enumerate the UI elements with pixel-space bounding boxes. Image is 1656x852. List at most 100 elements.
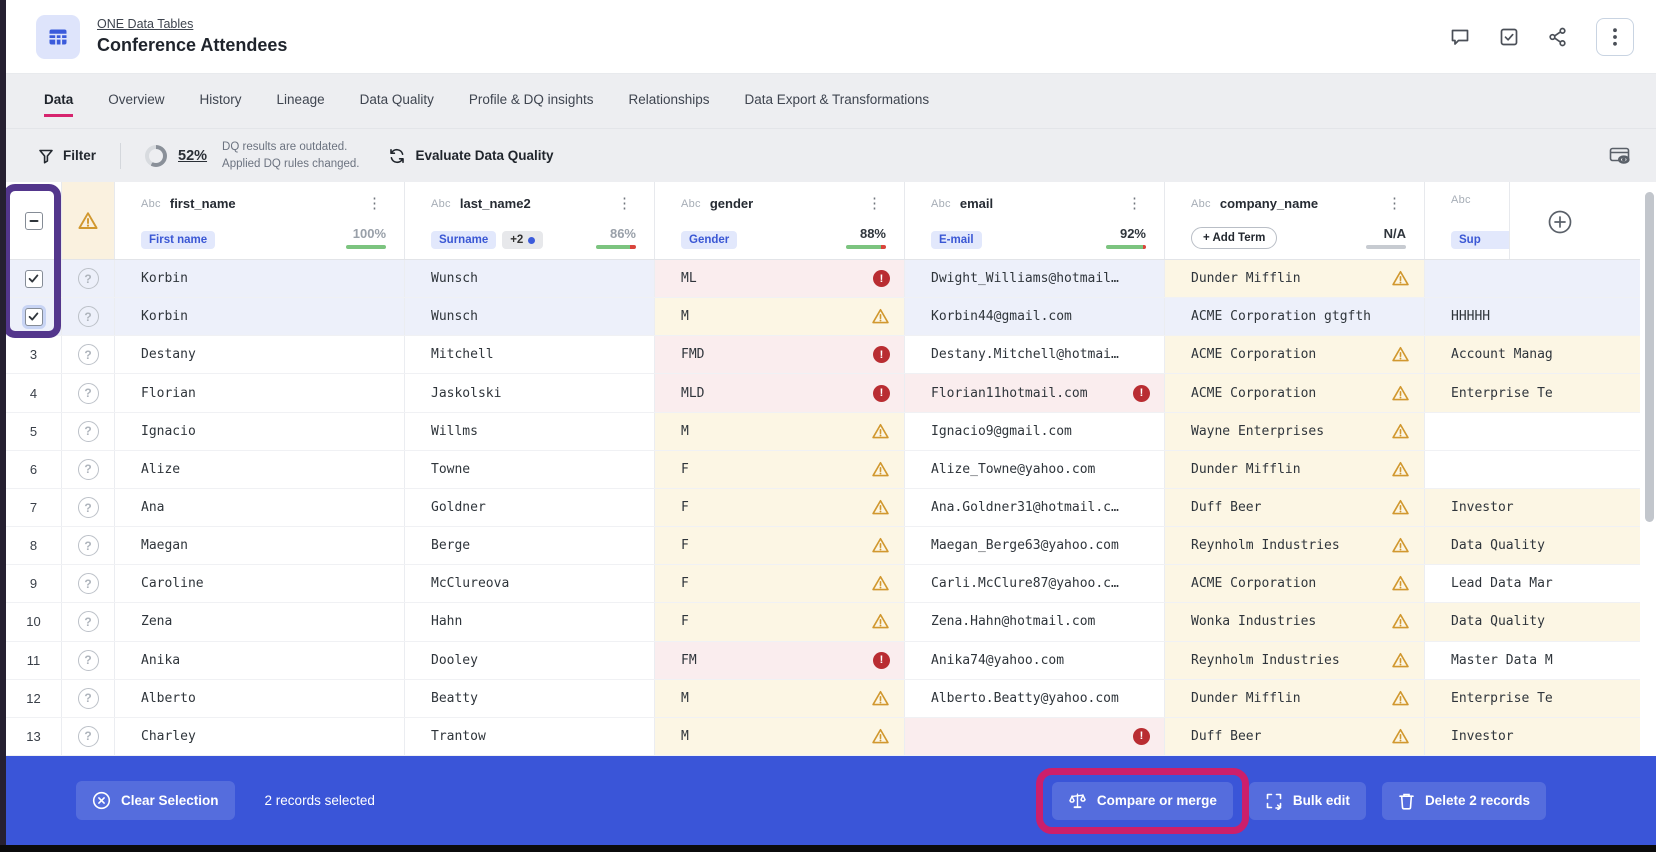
cell-company-name[interactable]: Wayne Enterprises (1165, 413, 1425, 450)
row-checkbox[interactable] (25, 270, 43, 288)
row-select-cell[interactable]: 9 (6, 565, 62, 602)
task-check-icon[interactable] (1498, 26, 1520, 48)
cell-last-name[interactable]: Goldner (405, 489, 655, 526)
row-select-cell[interactable]: 6 (6, 451, 62, 488)
tab-data-quality[interactable]: Data Quality (360, 86, 434, 117)
row-checkbox[interactable] (25, 308, 43, 326)
tab-data-export-transformations[interactable]: Data Export & Transformations (745, 86, 930, 117)
cell-first-name[interactable]: Florian (115, 374, 405, 411)
explain-question-icon[interactable]: ? (78, 421, 99, 442)
cell-last-name[interactable]: Beatty (405, 680, 655, 717)
cell-extra[interactable]: Investor (1425, 489, 1640, 526)
cell-email[interactable]: Florian11hotmail.com! (905, 374, 1165, 411)
clear-selection-button[interactable]: Clear Selection (76, 781, 235, 820)
column-menu-icon[interactable]: ⋮ (863, 194, 886, 213)
cell-first-name[interactable]: Maegan (115, 527, 405, 564)
explain-question-icon[interactable]: ? (78, 344, 99, 365)
cell-company-name[interactable]: Dunder Mifflin (1165, 451, 1425, 488)
evaluate-dq-button[interactable]: Evaluate Data Quality (388, 147, 554, 165)
cell-extra[interactable]: Data Quality (1425, 603, 1640, 640)
explain-question-icon[interactable]: ? (78, 688, 99, 709)
cell-gender[interactable]: F (655, 603, 905, 640)
row-select-cell[interactable] (6, 260, 62, 297)
cell-gender[interactable]: ML! (655, 260, 905, 297)
explain-question-icon[interactable]: ? (78, 650, 99, 671)
dq-percent-link[interactable]: 52% (178, 148, 207, 164)
cell-first-name[interactable]: Anika (115, 642, 405, 679)
delete-records-button[interactable]: Delete 2 records (1382, 782, 1546, 820)
row-select-cell[interactable]: 12 (6, 680, 62, 717)
comment-icon[interactable] (1449, 26, 1471, 48)
explain-question-icon[interactable]: ? (78, 726, 99, 747)
cell-last-name[interactable]: Towne (405, 451, 655, 488)
column-menu-icon[interactable]: ⋮ (613, 194, 636, 213)
cell-extra[interactable]: Master Data M (1425, 642, 1640, 679)
term-tag[interactable]: Sup (1451, 231, 1510, 249)
cell-extra[interactable]: Enterprise Te (1425, 680, 1640, 717)
bulk-edit-button[interactable]: Bulk edit (1249, 782, 1366, 820)
cell-email[interactable]: Maegan_Berge63@yahoo.com (905, 527, 1165, 564)
tab-overview[interactable]: Overview (108, 86, 164, 117)
breadcrumb[interactable]: ONE Data Tables (97, 17, 287, 31)
cell-email[interactable]: Ignacio9@gmail.com (905, 413, 1165, 450)
cell-first-name[interactable]: Zena (115, 603, 405, 640)
explain-question-icon[interactable]: ? (78, 459, 99, 480)
cell-first-name[interactable]: Destany (115, 336, 405, 373)
kebab-menu-icon[interactable] (1596, 18, 1634, 56)
row-select-cell[interactable]: 3 (6, 336, 62, 373)
cell-gender[interactable]: MLD! (655, 374, 905, 411)
row-select-cell[interactable] (6, 298, 62, 335)
cell-last-name[interactable]: Wunsch (405, 260, 655, 297)
cell-first-name[interactable]: Alize (115, 451, 405, 488)
cell-email[interactable]: Anika74@yahoo.com (905, 642, 1165, 679)
select-all-checkbox[interactable] (25, 212, 43, 230)
cell-last-name[interactable]: Jaskolski (405, 374, 655, 411)
row-select-cell[interactable]: 13 (6, 718, 62, 755)
cell-gender[interactable]: M (655, 298, 905, 335)
column-menu-icon[interactable]: ⋮ (1383, 194, 1406, 213)
add-term-button[interactable]: + Add Term (1191, 227, 1277, 249)
cell-gender[interactable]: M (655, 718, 905, 755)
row-select-cell[interactable]: 10 (6, 603, 62, 640)
cell-gender[interactable]: F (655, 527, 905, 564)
cell-company-name[interactable]: Dunder Mifflin (1165, 680, 1425, 717)
cell-email[interactable]: ! (905, 718, 1165, 755)
cell-extra[interactable] (1425, 260, 1640, 297)
cell-gender[interactable]: F (655, 489, 905, 526)
cell-company-name[interactable]: Duff Beer (1165, 718, 1425, 755)
extra-terms-chip[interactable]: +2 (502, 231, 543, 249)
cell-last-name[interactable]: Trantow (405, 718, 655, 755)
cell-email[interactable]: Zena.Hahn@hotmail.com (905, 603, 1165, 640)
cell-company-name[interactable]: Duff Beer (1165, 489, 1425, 526)
cell-gender[interactable]: M (655, 413, 905, 450)
cell-gender[interactable]: F (655, 565, 905, 602)
vertical-scrollbar-thumb[interactable] (1645, 192, 1654, 522)
cell-extra[interactable]: Investor (1425, 718, 1640, 755)
cell-first-name[interactable]: Caroline (115, 565, 405, 602)
cell-extra[interactable]: HHHHH (1425, 298, 1640, 335)
cell-company-name[interactable]: Reynholm Industries (1165, 527, 1425, 564)
row-select-cell[interactable]: 8 (6, 527, 62, 564)
cell-email[interactable]: Carli.McClure87@yahoo.c… (905, 565, 1165, 602)
cell-last-name[interactable]: Dooley (405, 642, 655, 679)
cell-first-name[interactable]: Alberto (115, 680, 405, 717)
cell-email[interactable]: Alize_Towne@yahoo.com (905, 451, 1165, 488)
cell-first-name[interactable]: Korbin (115, 298, 405, 335)
cell-first-name[interactable]: Ana (115, 489, 405, 526)
cell-extra[interactable] (1425, 451, 1640, 488)
term-tag[interactable]: E-mail (931, 231, 982, 249)
cell-last-name[interactable]: Hahn (405, 603, 655, 640)
column-menu-icon[interactable]: ⋮ (363, 194, 386, 213)
cell-company-name[interactable]: ACME Corporation gtgfth (1165, 298, 1425, 335)
explain-question-icon[interactable]: ? (78, 268, 99, 289)
filter-button[interactable]: Filter (38, 148, 96, 164)
tab-lineage[interactable]: Lineage (277, 86, 325, 117)
cell-company-name[interactable]: Wonka Industries (1165, 603, 1425, 640)
cell-first-name[interactable]: Charley (115, 718, 405, 755)
cell-extra[interactable] (1425, 413, 1640, 450)
cell-last-name[interactable]: Wunsch (405, 298, 655, 335)
add-column-button[interactable] (1546, 208, 1574, 236)
cell-email[interactable]: Alberto.Beatty@yahoo.com (905, 680, 1165, 717)
explain-question-icon[interactable]: ? (78, 306, 99, 327)
cell-gender[interactable]: M (655, 680, 905, 717)
